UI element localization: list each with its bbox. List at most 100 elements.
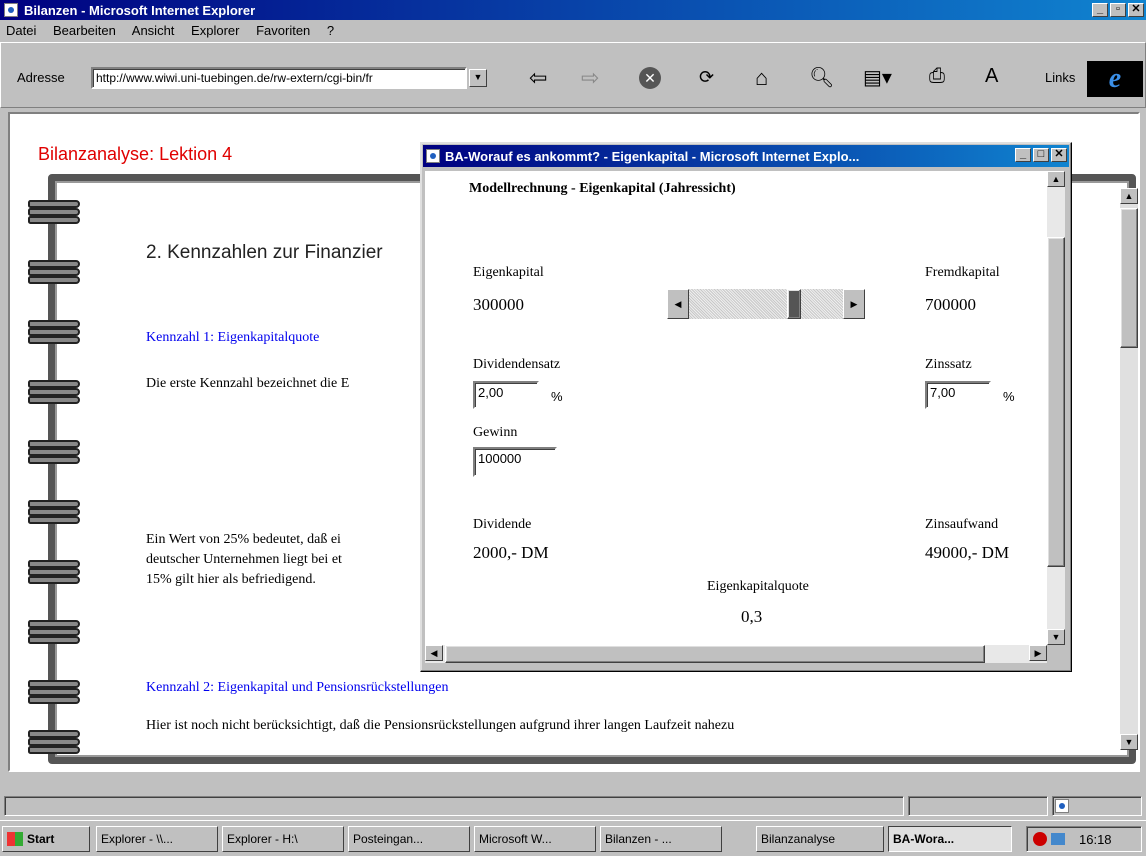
popup-title: BA-Worauf es ankommt? - Eigenkapital - M… [445,148,860,164]
popup-scroll-right-button[interactable]: ▶ [1029,645,1047,661]
popup-hscroll[interactable]: ◀ ▶ [425,645,1047,663]
section-heading: 2. Kennzahlen zur Finanzier [146,242,383,263]
maximize-button[interactable]: ▫ [1110,3,1126,17]
eigenkapital-value: 300000 [473,295,524,314]
gewinn-input[interactable]: 100000 [473,447,557,477]
fremdkapital-value: 700000 [925,295,976,314]
status-text-pane [4,796,904,816]
popup-maximize-button[interactable]: □ [1033,148,1049,162]
kennzahl1-link[interactable]: Kennzahl 1: Eigenkapitalquote [146,330,319,346]
back-icon[interactable]: ⇦ [529,65,547,91]
menu-datei[interactable]: Datei [6,23,36,38]
paragraph-3: Hier ist noch nicht berücksichtigt, daß … [146,718,735,733]
scroll-up-button[interactable]: ▲ [1120,188,1138,204]
menu-favoriten[interactable]: Favoriten [256,23,310,38]
gewinn-value: 100000 [478,451,522,466]
capital-slider[interactable]: ◀ ▶ [667,289,865,319]
popup-vscroll-thumb[interactable] [1047,237,1065,567]
scroll-down-button[interactable]: ▼ [1120,734,1138,750]
taskbar-item-bilanzanalyse[interactable]: Bilanzanalyse [756,826,884,852]
kennzahl2-link[interactable]: Kennzahl 2: Eigenkapital und Pensionsrüc… [146,680,449,696]
slider-right-button[interactable]: ▶ [843,289,865,319]
menu-bar: Datei Bearbeiten Ansicht Explorer Favori… [0,20,1146,40]
ie-logo: e [1087,61,1143,97]
taskbar-item-explorer2[interactable]: Explorer - H:\ [222,826,344,852]
links-label[interactable]: Links [1045,70,1075,85]
slider-thumb[interactable] [787,289,801,319]
home-icon[interactable]: ⌂ [755,65,768,91]
status-bar [0,794,1146,818]
eigenkapital-label: Eigenkapital [473,265,544,280]
status-zone-pane [1052,796,1142,816]
taskbar-item-posteingang[interactable]: Posteingan... [348,826,470,852]
menu-bearbeiten[interactable]: Bearbeiten [53,23,116,38]
paragraph-1: Die erste Kennzahl bezeichnet die E [146,376,350,391]
zinssatz-percent: % [1003,389,1015,404]
popup-minimize-button[interactable]: _ [1015,148,1031,162]
paragraph-2-line1: Ein Wert von 25% bedeutet, daß ei [146,532,341,547]
popup-close-button[interactable]: ✕ [1051,148,1067,162]
address-dropdown-button[interactable]: ▼ [469,69,487,87]
address-label: Adresse [17,70,65,85]
dividendensatz-input[interactable]: 2,00 [473,381,539,409]
font-icon[interactable]: A [985,65,998,88]
dividendensatz-value: 2,00 [478,385,504,400]
taskbar-item-label: Bilanzen - ... [605,832,672,846]
zinsaufwand-value: 49000,- DM [925,543,1010,562]
refresh-icon[interactable]: ⟳ [699,67,714,88]
main-title-bar: Bilanzen - Microsoft Internet Explorer _… [0,0,1146,20]
dividendensatz-label: Dividendensatz [473,357,561,372]
taskbar-item-explorer1[interactable]: Explorer - \\... [96,826,218,852]
slider-left-button[interactable]: ◀ [667,289,689,319]
taskbar: Start Explorer - \\... Explorer - H:\ Po… [0,820,1146,856]
spiral-binding [10,194,90,754]
taskbar-item-label: Explorer - \\... [101,832,174,846]
popup-scroll-up-button[interactable]: ▲ [1047,171,1065,187]
taskbar-item-label: Posteingan... [353,832,424,846]
close-button[interactable]: ✕ [1128,3,1144,17]
search-icon[interactable]: 🔍︎ [809,65,834,90]
menu-help[interactable]: ? [327,23,334,38]
taskbar-item-label: Microsoft W... [479,832,552,846]
taskbar-item-word[interactable]: Microsoft W... [474,826,596,852]
zinsaufwand-label: Zinsaufwand [925,517,999,532]
menu-ansicht[interactable]: Ansicht [132,23,175,38]
minimize-button[interactable]: _ [1092,3,1108,17]
scroll-thumb[interactable] [1120,208,1138,348]
tray-icon[interactable] [1033,832,1047,846]
paragraph-2-line3: 15% gilt hier als befriedigend. [146,572,316,587]
popup-ie-icon [426,149,440,163]
toolbar: Adresse http://www.wiwi.uni-tuebingen.de… [0,42,1146,108]
popup-scroll-left-button[interactable]: ◀ [425,645,443,661]
address-input[interactable]: http://www.wiwi.uni-tuebingen.de/rw-exte… [91,67,467,89]
menu-explorer[interactable]: Explorer [191,23,239,38]
taskbar-item-bilanzen[interactable]: Bilanzen - ... [600,826,722,852]
taskbar-item-label: BA-Wora... [893,832,955,846]
forward-icon[interactable]: ⇨ [581,65,599,91]
main-window-title: Bilanzen - Microsoft Internet Explorer [24,2,256,18]
popup-window: BA-Worauf es ankommt? - Eigenkapital - M… [420,142,1072,672]
address-value: http://www.wiwi.uni-tuebingen.de/rw-exte… [96,71,373,85]
favorites-icon[interactable]: ▤▾ [863,65,892,90]
main-scrollbar[interactable]: ▲ ▼ [1120,188,1138,750]
popup-hscroll-thumb[interactable] [445,645,985,663]
popup-content: Modellrechnung - Eigenkapital (Jahressic… [425,171,1047,645]
popup-title-bar: BA-Worauf es ankommt? - Eigenkapital - M… [423,145,1069,167]
start-button[interactable]: Start [2,826,90,852]
taskbar-item-label: Explorer - H:\ [227,832,298,846]
dividendensatz-percent: % [551,389,563,404]
dividende-label: Dividende [473,517,532,532]
lesson-title: Bilanzanalyse: Lektion 4 [38,144,233,164]
popup-scroll-down-button[interactable]: ▼ [1047,629,1065,645]
stop-icon[interactable]: ✕ [639,67,661,89]
print-icon[interactable]: ⎙ [929,65,945,88]
start-label: Start [27,832,55,846]
windows-logo-icon [7,832,23,846]
zinssatz-label: Zinssatz [925,357,972,372]
ie-page-icon [4,3,18,17]
popup-vscroll[interactable]: ▲ ▼ [1047,171,1065,645]
tray-icon-2[interactable] [1051,833,1065,845]
taskbar-item-ba-worauf[interactable]: BA-Wora... [888,826,1012,852]
zinssatz-input[interactable]: 7,00 [925,381,991,409]
popup-heading: Modellrechnung - Eigenkapital (Jahressic… [469,181,736,196]
